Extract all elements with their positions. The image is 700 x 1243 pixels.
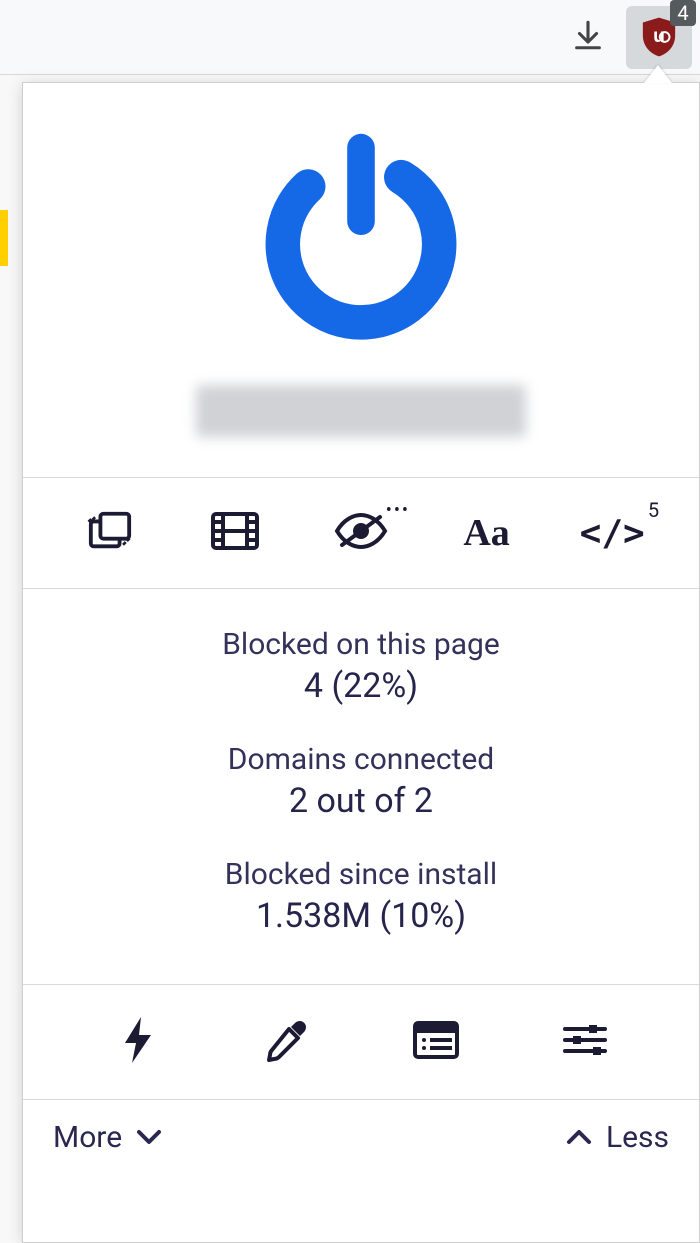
- chevron-up-icon: [566, 1128, 592, 1146]
- stats-section: Blocked on this page 4 (22%) Domains con…: [23, 589, 699, 985]
- browser-toolbar: u 4: [0, 0, 700, 75]
- power-icon: [246, 120, 476, 354]
- eyedropper-icon: [265, 1018, 309, 1066]
- element-picker-button[interactable]: [252, 1015, 322, 1069]
- page-background-fragment-left: [0, 210, 8, 266]
- code-icon: </>: [580, 513, 645, 554]
- list-panel-icon: [412, 1020, 460, 1064]
- download-icon: [571, 18, 605, 56]
- stat-label: Blocked on this page: [43, 625, 679, 664]
- ublock-popup: ••• Aa </> 5 Blocked on this page 4 (22%…: [22, 82, 700, 1243]
- more-button[interactable]: More: [53, 1120, 162, 1155]
- block-popups-button[interactable]: [75, 506, 145, 560]
- more-less-row: More Less: [23, 1100, 699, 1179]
- stat-blocked-page: Blocked on this page 4 (22%): [43, 625, 679, 710]
- stat-value: 2 out of 2: [43, 779, 679, 825]
- chevron-down-icon: [136, 1128, 162, 1146]
- more-label: More: [53, 1120, 122, 1155]
- eye-slash-icon: [334, 513, 388, 553]
- popup-pointer: [644, 65, 672, 83]
- stat-value: 4 (22%): [43, 664, 679, 710]
- open-logger-button[interactable]: [401, 1015, 471, 1069]
- open-dashboard-button[interactable]: [550, 1015, 620, 1069]
- stat-domains: Domains connected 2 out of 2: [43, 740, 679, 825]
- font-icon: Aa: [463, 514, 509, 552]
- block-fonts-button[interactable]: Aa: [452, 506, 522, 560]
- less-label: Less: [606, 1120, 669, 1155]
- film-icon: [210, 511, 260, 555]
- cosmetic-filtering-button[interactable]: •••: [326, 506, 396, 560]
- more-dots-icon: •••: [386, 500, 410, 521]
- per-site-switches: ••• Aa </> 5: [23, 478, 699, 589]
- hostname-redacted: [196, 385, 526, 437]
- scripts-count: 5: [648, 498, 659, 522]
- bolt-icon: [123, 1017, 153, 1067]
- ublock-extension-button[interactable]: u 4: [626, 6, 692, 69]
- block-media-button[interactable]: [200, 506, 270, 560]
- sliders-icon: [562, 1021, 608, 1063]
- zap-element-button[interactable]: [103, 1015, 173, 1069]
- stat-blocked-install: Blocked since install 1.538M (10%): [43, 855, 679, 940]
- extension-badge: 4: [670, 0, 696, 26]
- stat-label: Domains connected: [43, 740, 679, 779]
- stat-label: Blocked since install: [43, 855, 679, 894]
- global-tools-row: [23, 985, 699, 1100]
- block-scripts-button[interactable]: </> 5: [577, 506, 647, 560]
- less-button[interactable]: Less: [566, 1120, 669, 1155]
- power-section: [23, 83, 699, 478]
- power-toggle-button[interactable]: [231, 107, 491, 367]
- stat-value: 1.538M (10%): [43, 894, 679, 940]
- downloads-button[interactable]: [560, 9, 616, 65]
- popups-icon: [87, 509, 133, 557]
